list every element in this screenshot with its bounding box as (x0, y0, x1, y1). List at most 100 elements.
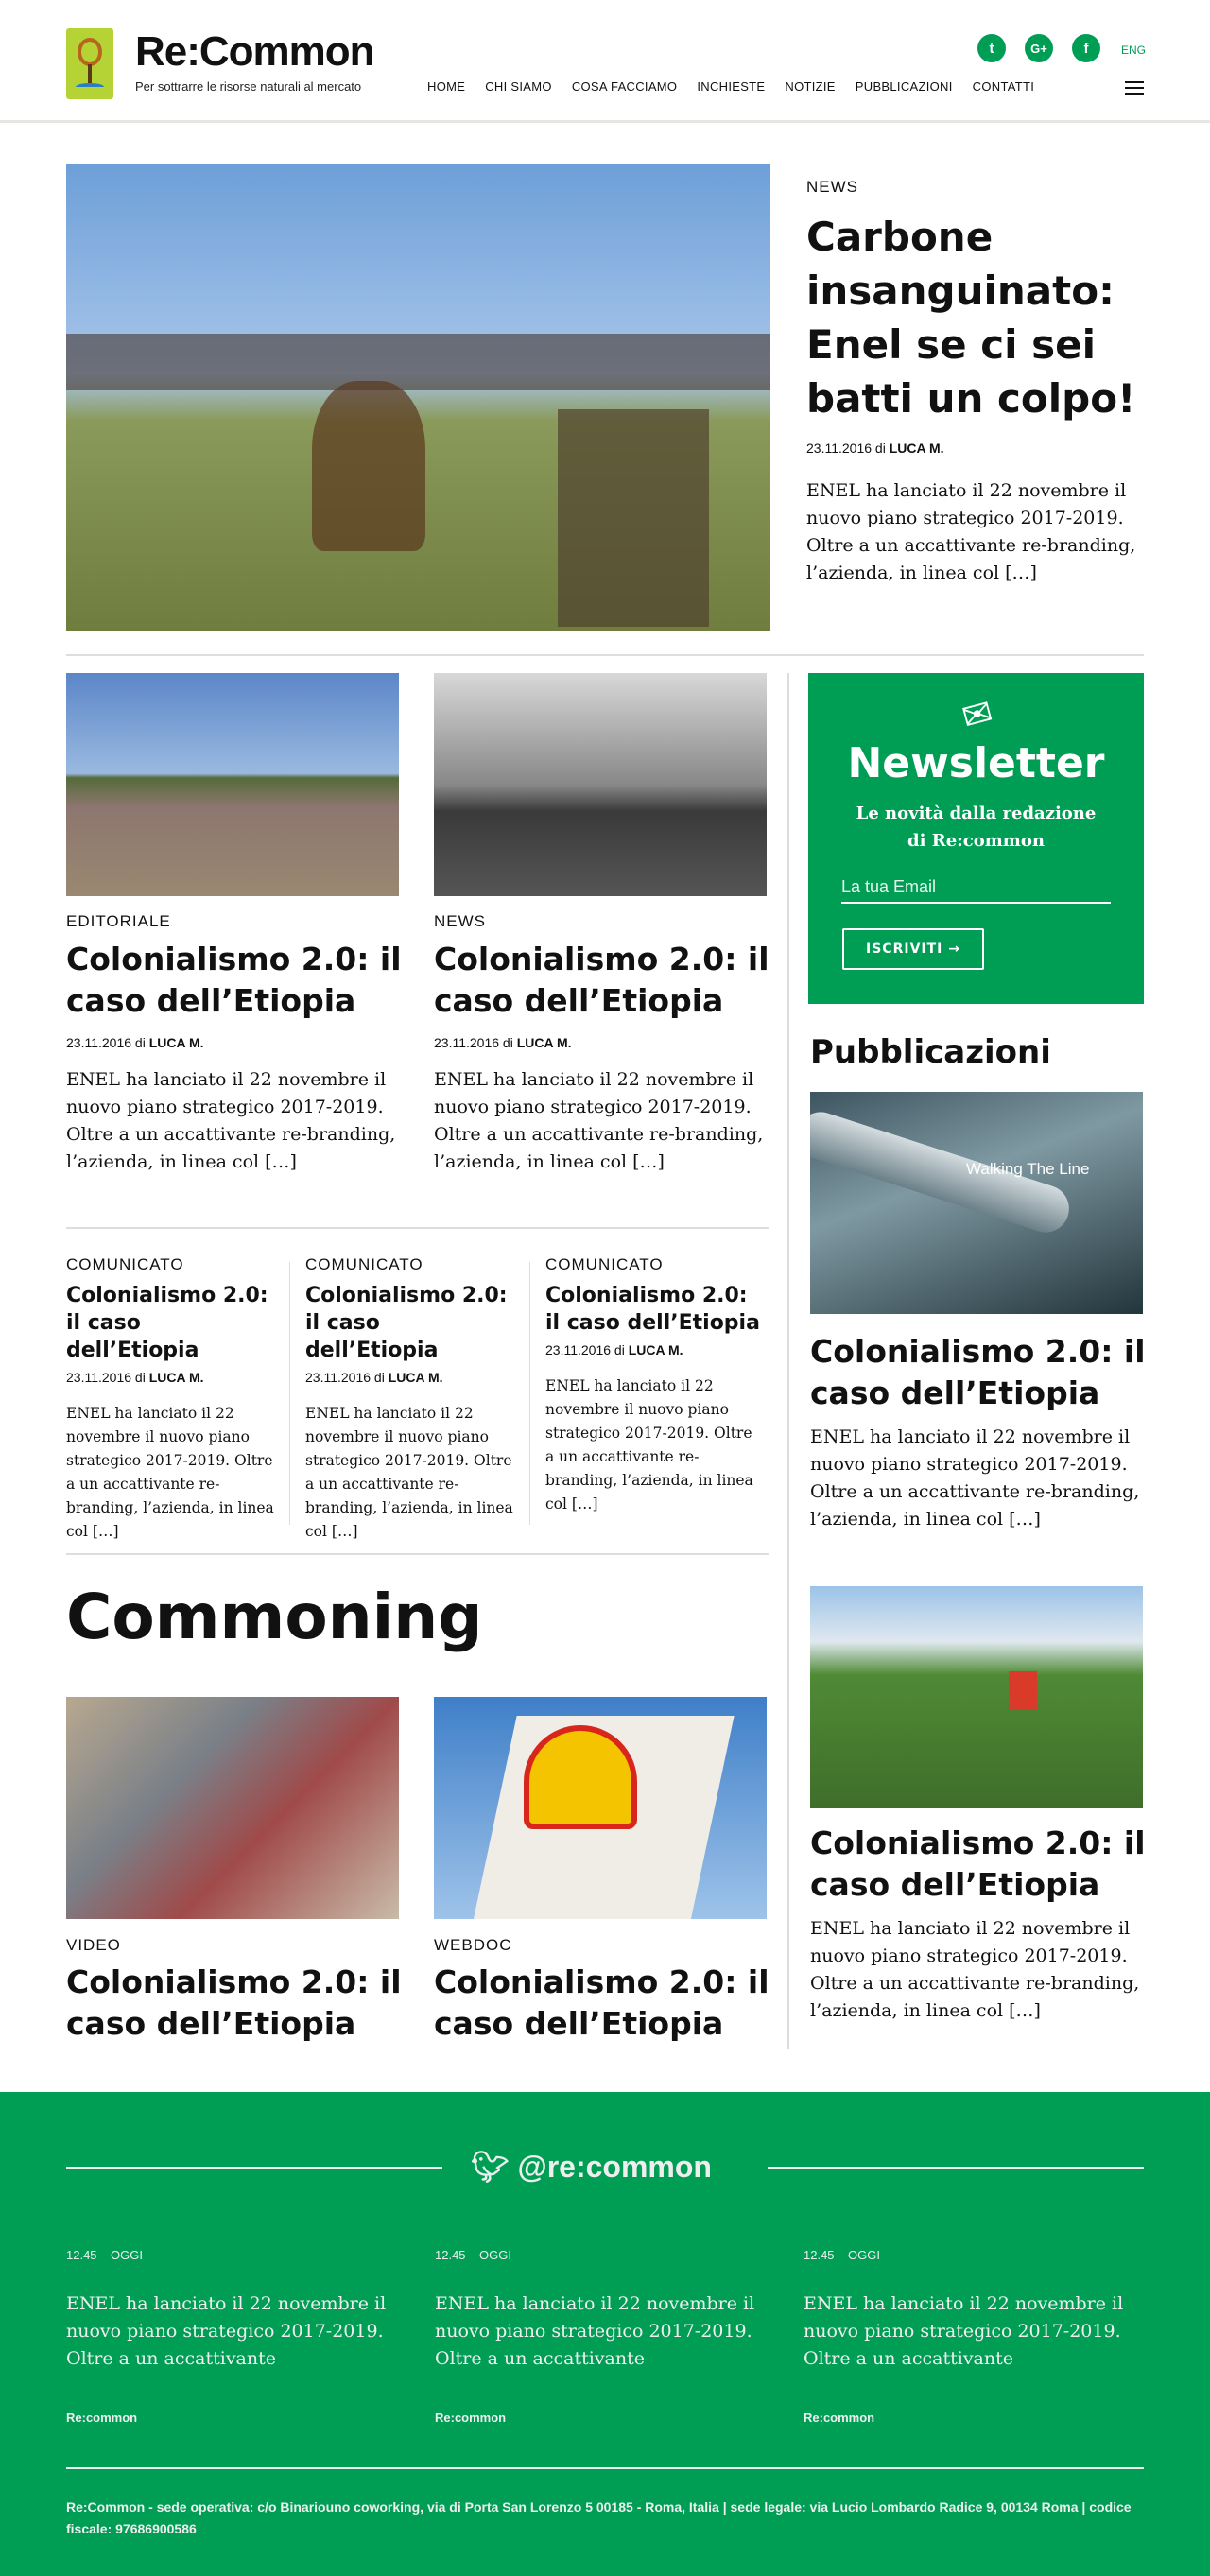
publication-cover[interactable]: Walking The Line (810, 1092, 1143, 1314)
publications-heading: Pubblicazioni (810, 1033, 1051, 1071)
article-image[interactable] (434, 673, 767, 896)
logo-icon[interactable] (66, 28, 113, 99)
hero-label: NEWS (806, 178, 858, 196)
email-input[interactable] (841, 872, 1111, 904)
author[interactable]: LUCA M. (517, 1035, 572, 1050)
nav-inchieste[interactable]: INCHIESTE (697, 79, 765, 94)
logo-title[interactable]: Re:Common (135, 28, 375, 76)
item-label: COMUNICATO (305, 1255, 424, 1273)
site-header: Re:Common Per sottrarre le risorse natur… (0, 0, 1210, 123)
communicato-item: COMUNICATO Colonialismo 2.0: il caso del… (66, 1255, 279, 1544)
article-title[interactable]: Colonialismo 2.0: il caso dell’Etiopia (434, 939, 774, 1022)
twitter-handle[interactable]: 🐦︎ @re:common (471, 2149, 712, 2185)
tweet: 12.45 – OGGI ENEL ha lanciato il 22 nove… (435, 2248, 766, 2425)
footer-address: Re:Common - sede operativa: c/o Binariou… (66, 2499, 1132, 2536)
publication-image[interactable] (810, 1586, 1143, 1808)
logo-subtitle: Per sottrarre le risorse naturali al mer… (135, 79, 362, 94)
article-image[interactable] (66, 673, 399, 896)
author[interactable]: LUCA M. (149, 1035, 204, 1050)
divider (66, 1227, 769, 1229)
nav-notizie[interactable]: NOTIZIE (785, 79, 835, 94)
commoning-title[interactable]: Colonialismo 2.0: il caso dell’Etiopia (66, 1962, 406, 2045)
date: 23.11.2016 di (66, 1035, 146, 1050)
communicato-item: COMUNICATO Colonialismo 2.0: il caso del… (545, 1255, 763, 1516)
divider (529, 1262, 530, 1525)
item-meta: 23.11.2016 di LUCA M. (545, 1342, 763, 1357)
hero-meta: 23.11.2016 di LUCA M. (806, 441, 944, 456)
google-plus-icon[interactable]: G+ (1025, 34, 1053, 62)
date: 23.11.2016 di (434, 1035, 513, 1050)
envelope-icon: ✉ (957, 690, 997, 739)
article-label: NEWS (434, 912, 486, 930)
date: 23.11.2016 di (305, 1370, 385, 1385)
author[interactable]: LUCA M. (629, 1342, 683, 1357)
item-label: COMUNICATO (66, 1255, 184, 1273)
author[interactable]: LUCA M. (149, 1370, 204, 1385)
item-meta: 23.11.2016 di LUCA M. (305, 1370, 518, 1385)
nav-home[interactable]: HOME (427, 79, 465, 94)
commoning-label: WEBDOC (434, 1936, 512, 1954)
language-switch[interactable]: ENG (1121, 43, 1146, 57)
tweet-text: ENEL ha lanciato il 22 novembre il nuovo… (804, 2293, 1124, 2369)
divider (768, 2167, 1144, 2169)
tweet-author[interactable]: Re:common (435, 2411, 766, 2425)
nav-chi-siamo[interactable]: CHI SIAMO (485, 79, 552, 94)
article-title[interactable]: Colonialismo 2.0: il caso dell’Etiopia (66, 939, 406, 1022)
article-label: EDITORIALE (66, 912, 171, 930)
tweet-time: 12.45 – OGGI (435, 2248, 511, 2262)
date: 23.11.2016 di (806, 441, 886, 456)
tweet-author[interactable]: Re:common (804, 2411, 1139, 2425)
article-meta: 23.11.2016 di LUCA M. (66, 1035, 204, 1050)
newsletter-subtitle: Le novità dalla redazione di Re:common (856, 804, 1097, 851)
commoning-image[interactable] (66, 1697, 399, 1919)
nav-pubblicazioni[interactable]: PUBBLICAZIONI (856, 79, 953, 94)
twitter-footer: 🐦︎ @re:common 12.45 – OGGI ENEL ha lanci… (0, 2092, 1210, 2576)
tweet-author[interactable]: Re:common (66, 2411, 397, 2425)
menu-icon[interactable] (1125, 81, 1144, 95)
article-meta: 23.11.2016 di LUCA M. (434, 1035, 572, 1050)
publication-excerpt: ENEL ha lanciato il 22 novembre il nuovo… (810, 1918, 1140, 2021)
commoning-image[interactable] (434, 1697, 767, 1919)
item-title[interactable]: Colonialismo 2.0: il caso dell’Etiopia (305, 1282, 518, 1364)
item-excerpt: ENEL ha lanciato il 22 novembre il nuovo… (305, 1405, 513, 1540)
date: 23.11.2016 di (545, 1342, 625, 1357)
author[interactable]: LUCA M. (890, 441, 944, 456)
tweet-time: 12.45 – OGGI (804, 2248, 880, 2262)
facebook-icon[interactable]: f (1072, 34, 1100, 62)
subscribe-button[interactable]: ISCRIVITI → (842, 928, 984, 970)
tweet-text: ENEL ha lanciato il 22 novembre il nuovo… (435, 2293, 755, 2369)
newsletter-box: ✉ Newsletter Le novità dalla redazione d… (808, 673, 1144, 1004)
nav-cosa-facciamo[interactable]: COSA FACCIAMO (572, 79, 678, 94)
divider (66, 2167, 442, 2169)
divider (66, 1553, 769, 1555)
article-excerpt: ENEL ha lanciato il 22 novembre il nuovo… (66, 1069, 396, 1172)
commoning-label: VIDEO (66, 1936, 121, 1954)
tweet: 12.45 – OGGI ENEL ha lanciato il 22 nove… (804, 2248, 1139, 2425)
article-excerpt: ENEL ha lanciato il 22 novembre il nuovo… (434, 1069, 764, 1172)
nav-contatti[interactable]: CONTATTI (973, 79, 1034, 94)
date: 23.11.2016 di (66, 1370, 146, 1385)
item-title[interactable]: Colonialismo 2.0: il caso dell’Etiopia (66, 1282, 279, 1364)
author[interactable]: LUCA M. (389, 1370, 443, 1385)
publication-title[interactable]: Colonialismo 2.0: il caso dell’Etiopia (810, 1823, 1150, 1906)
commoning-heading: Commoning (66, 1581, 483, 1653)
item-excerpt: ENEL ha lanciato il 22 novembre il nuovo… (66, 1405, 274, 1540)
divider (289, 1262, 290, 1525)
item-excerpt: ENEL ha lanciato il 22 novembre il nuovo… (545, 1377, 753, 1513)
newsletter-title: Newsletter (847, 739, 1105, 787)
twitter-icon: 🐦︎ (471, 2150, 510, 2184)
commoning-title[interactable]: Colonialismo 2.0: il caso dell’Etiopia (434, 1962, 774, 2045)
item-meta: 23.11.2016 di LUCA M. (66, 1370, 279, 1385)
main-nav: HOME CHI SIAMO COSA FACCIAMO INCHIESTE N… (427, 79, 1034, 94)
tweet-text: ENEL ha lanciato il 22 novembre il nuovo… (66, 2293, 387, 2369)
twitter-icon[interactable]: t (977, 34, 1006, 62)
hero-title[interactable]: Carbone insanguinato: Enel se ci sei bat… (806, 210, 1156, 425)
item-title[interactable]: Colonialismo 2.0: il caso dell’Etiopia (545, 1282, 763, 1337)
tweet: 12.45 – OGGI ENEL ha lanciato il 22 nove… (66, 2248, 397, 2425)
divider (66, 2467, 1144, 2469)
tweet-time: 12.45 – OGGI (66, 2248, 143, 2262)
hero-excerpt: ENEL ha lanciato il 22 novembre il nuovo… (806, 480, 1136, 583)
hero-image[interactable] (66, 164, 770, 631)
cover-title: Walking The Line (966, 1160, 1090, 1178)
publication-title[interactable]: Colonialismo 2.0: il caso dell’Etiopia (810, 1331, 1150, 1414)
